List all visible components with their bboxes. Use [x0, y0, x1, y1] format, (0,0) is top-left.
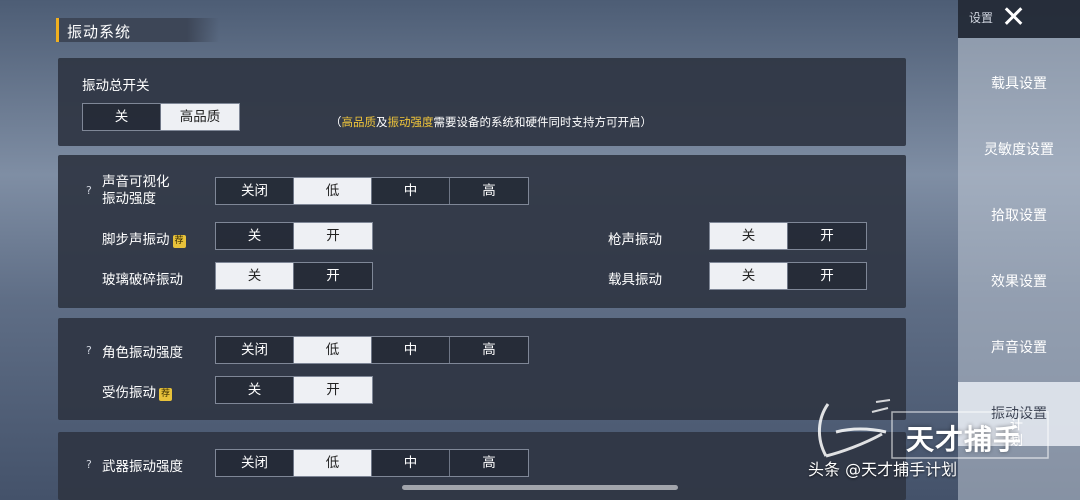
recommend-badge: 荐	[159, 388, 172, 401]
segment-option[interactable]: 开	[788, 263, 866, 289]
weapon-intensity-label: 武器振动强度	[102, 459, 183, 475]
character-help-icon[interactable]: ?	[86, 344, 92, 357]
watermark-subtext: 计划	[1010, 418, 1024, 449]
settings-label: 设置	[969, 11, 994, 25]
hurt-toggle[interactable]: 关开	[215, 376, 373, 404]
character-intensity-label: 角色振动强度	[102, 345, 183, 361]
segment-option[interactable]: 高品质	[161, 104, 239, 130]
footstep-label: 脚步声振动荐	[102, 232, 186, 248]
watermark-text: 天才捕手	[906, 423, 1023, 456]
glass-label: 玻璃破碎振动	[102, 272, 183, 288]
segment-option[interactable]: 高	[450, 337, 528, 363]
recommend-badge: 荐	[172, 235, 186, 248]
sound-help-icon[interactable]: ?	[86, 184, 92, 197]
segment-option[interactable]: 高	[450, 178, 528, 204]
home-indicator[interactable]	[402, 485, 678, 490]
master-label: 振动总开关	[82, 78, 150, 94]
weapon-help-icon[interactable]: ?	[86, 458, 92, 471]
hurt-label: 受伤振动荐	[102, 385, 172, 401]
gunshot-label: 枪声振动	[608, 232, 662, 248]
segment-option[interactable]: 中	[372, 178, 450, 204]
segment-option[interactable]: 关	[216, 263, 294, 289]
vehicle-vibration-toggle[interactable]: 关开	[709, 262, 867, 290]
segment-option[interactable]: 中	[372, 450, 450, 476]
segment-option[interactable]: 关	[216, 377, 294, 403]
segment-option[interactable]: 高	[450, 450, 528, 476]
master-switch[interactable]: 关高品质	[82, 103, 240, 131]
master-note: （高品质及振动强度需要设备的系统和硬件同时支持方可开启）	[330, 115, 652, 129]
weapon-intensity-selector[interactable]: 关闭低中高	[215, 449, 529, 477]
segment-option[interactable]: 关闭	[216, 337, 294, 363]
sound-intensity-selector[interactable]: 关闭低中高	[215, 177, 529, 205]
section-header: 振动系统	[56, 18, 219, 42]
segment-option[interactable]: 开	[294, 377, 372, 403]
footstep-toggle[interactable]: 关开	[215, 222, 373, 250]
close-icon[interactable]: ✕	[1001, 2, 1026, 34]
segment-option[interactable]: 低	[294, 450, 372, 476]
credit-text: 头条 @天才捕手计划	[808, 460, 958, 479]
segment-option[interactable]: 关闭	[216, 178, 294, 204]
sidebar-item-pickup[interactable]: 拾取设置	[958, 184, 1080, 248]
master-panel	[58, 58, 906, 146]
segment-option[interactable]: 关	[83, 104, 161, 130]
segment-option[interactable]: 开	[294, 263, 372, 289]
section-title: 振动系统	[67, 23, 132, 41]
sidebar-item-sound[interactable]: 声音设置	[958, 316, 1080, 380]
sound-intensity-label: 声音可视化 振动强度	[102, 174, 170, 207]
vehicle-vibration-label: 载具振动	[608, 272, 662, 288]
gunshot-toggle[interactable]: 关开	[709, 222, 867, 250]
character-panel	[58, 318, 906, 420]
segment-option[interactable]: 中	[372, 337, 450, 363]
glass-toggle[interactable]: 关开	[215, 262, 373, 290]
segment-option[interactable]: 低	[294, 178, 372, 204]
segment-option[interactable]: 开	[294, 223, 372, 249]
segment-option[interactable]: 关	[710, 223, 788, 249]
segment-option[interactable]: 关闭	[216, 450, 294, 476]
segment-option[interactable]: 开	[788, 223, 866, 249]
character-intensity-selector[interactable]: 关闭低中高	[215, 336, 529, 364]
segment-option[interactable]: 关	[710, 263, 788, 289]
sidebar-item-sensitivity[interactable]: 灵敏度设置	[958, 118, 1080, 182]
segment-option[interactable]: 低	[294, 337, 372, 363]
sidebar-item-vehicle[interactable]: 载具设置	[958, 52, 1080, 116]
segment-option[interactable]: 关	[216, 223, 294, 249]
sidebar-item-effects[interactable]: 效果设置	[958, 250, 1080, 314]
